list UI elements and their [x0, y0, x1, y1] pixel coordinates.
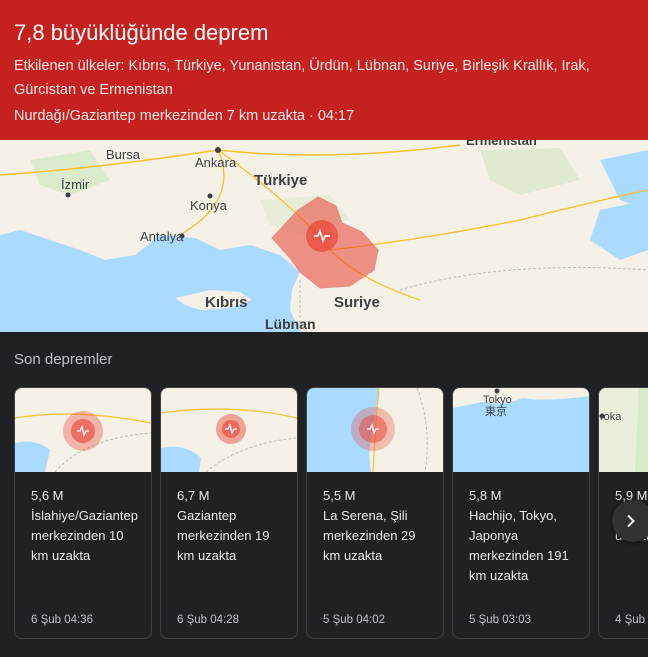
earthquake-card-4[interactable]: Tokyo 東京 5,8 M Hachijo, Tokyo, Japonya m…: [452, 387, 590, 639]
map-label-antalya: Antalya: [140, 229, 184, 244]
earthquake-title: 7,8 büyüklüğünde deprem: [14, 20, 269, 45]
card-time: 6 Şub 04:28: [177, 614, 240, 626]
carousel-next-button[interactable]: [612, 500, 648, 542]
chevron-right-icon: [627, 514, 635, 528]
affected-countries: Etkilenen ülkeler: Kıbrıs, Türkiye, Yuna…: [14, 58, 590, 98]
map-label-ermenistan: Ermenistan: [466, 140, 537, 148]
card-time: 5 Şub 04:02: [323, 614, 386, 626]
card-map-2: [161, 388, 297, 472]
earthquake-header: 7,8 büyüklüğünde deprem Etkilenen ülkele…: [0, 0, 648, 140]
earthquake-card-1[interactable]: 5,6 M İslahiye/Gaziantep merkezinden 10 …: [14, 387, 152, 639]
card-map-label-5: roka: [600, 411, 622, 423]
earthquake-card-2[interactable]: 6,7 M Gaziantep merkezinden 19 km uzakta…: [160, 387, 298, 639]
recent-earthquakes-carousel: 5,6 M İslahiye/Gaziantep merkezinden 10 …: [14, 387, 648, 639]
map-canvas: Bursa Ankara İzmir Türkiye Konya Antalya…: [0, 140, 648, 332]
map-label-suriye: Suriye: [334, 294, 380, 311]
card-time: 6 Şub 04:36: [31, 614, 94, 626]
card-map-1: [15, 388, 151, 472]
card-magnitude: 5,8 M: [469, 488, 502, 503]
card-magnitude: 6,7 M: [177, 488, 210, 503]
epicenter-location: Nurdağı/Gaziantep merkezinden 7 km uzakt…: [14, 108, 355, 124]
map-label-kibris: Kıbrıs: [205, 294, 248, 311]
card-map-label-tokyo-jp: 東京: [485, 404, 507, 418]
map-label-konya: Konya: [190, 198, 228, 213]
map-label-bursa: Bursa: [106, 147, 141, 162]
card-map-3: [307, 388, 443, 472]
map-label-izmir: İzmir: [61, 177, 90, 192]
card-map-4: Tokyo 東京: [453, 388, 589, 472]
card-description: La Serena, Şili merkezinden 29 km uzakta: [323, 508, 416, 563]
card-description: Gaziantep merkezinden 19 km uzakta: [177, 508, 270, 563]
card-description: Hachijo, Tokyo, Japonya merkezinden 191 …: [469, 508, 569, 583]
recent-earthquakes-title: Son depremler: [14, 351, 113, 368]
map-label-ankara: Ankara: [195, 155, 237, 170]
card-time: 4 Şub: [615, 614, 646, 626]
earthquake-map[interactable]: Bursa Ankara İzmir Türkiye Konya Antalya…: [0, 140, 648, 332]
map-label-lubnan: Lübnan: [265, 316, 316, 332]
card-magnitude: 5,6 M: [31, 488, 64, 503]
map-label-turkiye: Türkiye: [254, 172, 307, 189]
card-time: 5 Şub 03:03: [469, 614, 532, 626]
card-magnitude: 5,5 M: [323, 488, 356, 503]
earthquake-card-3[interactable]: 5,5 M La Serena, Şili merkezinden 29 km …: [306, 387, 444, 639]
card-map-5: roka: [599, 388, 648, 472]
card-description: İslahiye/Gaziantep merkezinden 10 km uza…: [31, 508, 138, 563]
